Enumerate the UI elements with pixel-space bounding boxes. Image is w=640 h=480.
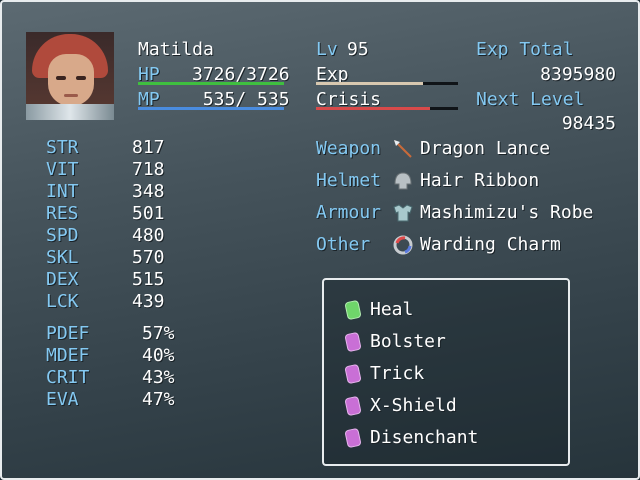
skill-name: Disenchant (370, 427, 479, 448)
exp-bar (316, 82, 458, 85)
status-window: Matilda HP 3726/3726 MP 535/ 535 Lv 95 E… (0, 0, 640, 480)
crisis-bar-fill (316, 107, 430, 110)
stat-label: DEX (46, 269, 79, 290)
equip-slot-weapon: Weapon (316, 138, 382, 159)
next-level-label: Next Level (476, 89, 585, 110)
stat-label: INT (46, 181, 79, 202)
rate-value: 43% (142, 367, 175, 388)
hp-bar-fill (138, 82, 284, 85)
rate-label: MDEF (46, 345, 90, 366)
skill-name: Bolster (370, 331, 446, 352)
stat-value: 515 (132, 269, 165, 290)
stat-value: 501 (132, 203, 165, 224)
equip-item[interactable]: Warding Charm (420, 235, 561, 255)
armor-icon (393, 204, 413, 222)
stat-value: 817 (132, 137, 165, 158)
lance-icon (394, 140, 412, 158)
rate-label: CRIT (46, 367, 90, 388)
hp-bar (138, 82, 284, 85)
equip-item[interactable]: Mashimizu's Robe (420, 203, 593, 223)
stat-label: LCK (46, 291, 79, 312)
purple-gem-icon (344, 427, 362, 449)
skill-name: Heal (370, 299, 414, 320)
stat-label: RES (46, 203, 79, 224)
mp-bar (138, 107, 284, 110)
mp-bar-fill (138, 107, 284, 110)
crisis-bar (316, 107, 458, 110)
purple-gem-icon (344, 395, 362, 417)
equip-item[interactable]: Hair Ribbon (420, 171, 539, 191)
stat-label: SKL (46, 247, 79, 268)
exp-total-value: 8395980 (540, 64, 616, 85)
equip-item[interactable]: Dragon Lance (420, 139, 550, 159)
rate-label: PDEF (46, 323, 90, 344)
purple-gem-icon (344, 331, 362, 353)
level-value: 95 (347, 39, 369, 60)
character-name: Matilda (138, 39, 214, 60)
stat-label: STR (46, 137, 79, 158)
stat-value: 439 (132, 291, 165, 312)
stat-label: VIT (46, 159, 79, 180)
rate-value: 57% (142, 323, 175, 344)
rate-value: 40% (142, 345, 175, 366)
stat-label: SPD (46, 225, 79, 246)
green-gem-icon (344, 299, 362, 321)
rate-label: EVA (46, 389, 79, 410)
helmet-icon (394, 172, 412, 190)
stat-value: 348 (132, 181, 165, 202)
equip-slot-other: Other (316, 234, 371, 255)
purple-gem-icon (344, 363, 362, 385)
exp-total-label: Exp Total (476, 39, 574, 60)
rate-value: 47% (142, 389, 175, 410)
stat-value: 480 (132, 225, 165, 246)
stat-value: 718 (132, 159, 165, 180)
skill-name: Trick (370, 363, 425, 384)
character-portrait (26, 32, 114, 120)
level-label: Lv (316, 39, 338, 60)
skill-name: X-Shield (370, 395, 457, 416)
next-level-value: 98435 (561, 113, 616, 134)
skills-window: Heal Bolster Trick X-Shield Disenchant (322, 278, 570, 466)
exp-bar-fill (316, 82, 423, 85)
equip-slot-helmet: Helmet (316, 170, 382, 191)
charm-icon (393, 235, 413, 255)
stat-value: 570 (132, 247, 165, 268)
equip-slot-armour: Armour (316, 202, 382, 223)
